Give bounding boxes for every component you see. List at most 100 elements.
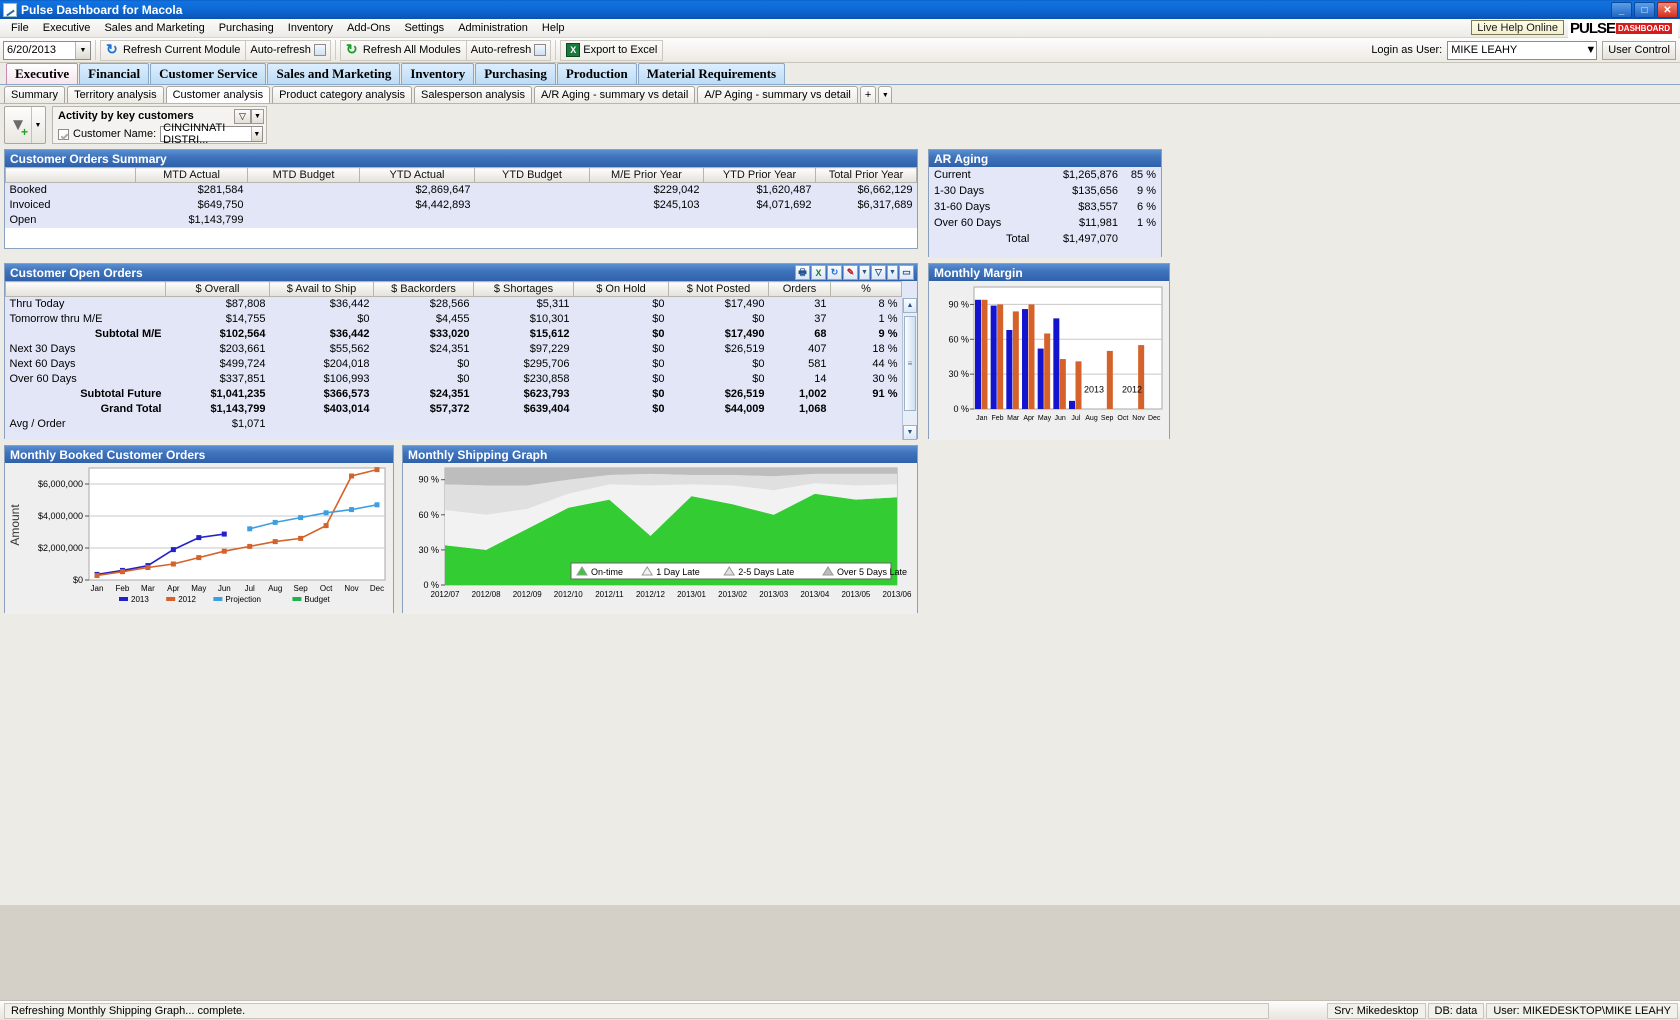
col-ytd-prior-year[interactable]: YTD Prior Year xyxy=(703,167,816,183)
col-ytd-budget[interactable]: YTD Budget xyxy=(474,167,590,183)
close-button[interactable]: ✕ xyxy=(1657,2,1678,18)
tab-financial[interactable]: Financial xyxy=(79,63,150,84)
svg-text:30 %: 30 % xyxy=(418,545,439,555)
minimize-button[interactable]: _ xyxy=(1611,2,1632,18)
monthly-margin-chart[interactable]: 0 % 30 % 60 % 90 % Jan Feb Mar Apr May Jun Jul Aug… xyxy=(929,281,1169,440)
customer-name-chevron-down-icon[interactable]: ▼ xyxy=(250,127,262,141)
col-backorders[interactable]: $ Backorders xyxy=(373,281,474,297)
subtab-add-button[interactable]: + xyxy=(859,86,877,103)
refresh-current-module-button[interactable]: Refresh Current Module xyxy=(101,41,245,60)
chevron-down-icon-login[interactable]: ▼ xyxy=(1585,44,1596,56)
col-not-posted[interactable]: $ Not Posted xyxy=(668,281,769,297)
table-row[interactable]: Over 60 Days $337,851 $106,993 $0 $230,8… xyxy=(6,372,902,387)
menu-item-add-ons[interactable]: Add-Ons xyxy=(340,21,397,35)
menu-item-inventory[interactable]: Inventory xyxy=(281,21,340,35)
funnel-icon[interactable]: ▽ xyxy=(871,265,886,280)
login-user-select[interactable]: MIKE LEAHY ▼ xyxy=(1447,40,1598,60)
subtab-territory-analysis[interactable]: Territory analysis xyxy=(67,86,164,103)
tab-executive[interactable]: Executive xyxy=(6,63,79,84)
table-row-total[interactable]: Total $1,497,070 xyxy=(929,231,1161,247)
col-me-prior-year[interactable]: M/E Prior Year xyxy=(589,167,704,183)
subtab-ar-aging-summary-vs-detail[interactable]: A/R Aging - summary vs detail xyxy=(533,86,696,103)
col-on-hold[interactable]: $ On Hold xyxy=(573,281,669,297)
chevron-down-icon-2[interactable]: ▼ xyxy=(887,265,898,280)
table-row[interactable]: Grand Total $1,143,799 $403,014 $57,372 … xyxy=(6,402,902,417)
menu-item-executive[interactable]: Executive xyxy=(36,21,98,35)
menu-item-help[interactable]: Help xyxy=(535,21,572,35)
user-control-button[interactable]: User Control xyxy=(1602,40,1676,60)
scroll-down-arrow-icon[interactable]: ▼ xyxy=(903,425,917,440)
open-orders-scrollbar[interactable]: ▲ ≡ ▼ xyxy=(902,298,917,440)
col-mtd-actual[interactable]: MTD Actual xyxy=(135,167,248,183)
col-shortages[interactable]: $ Shortages xyxy=(473,281,574,297)
customer-name-checkbox[interactable] xyxy=(58,128,69,140)
col-orders[interactable]: Orders xyxy=(768,281,831,297)
chevron-down-icon[interactable]: ▼ xyxy=(859,265,870,280)
auto-refresh-all-toggle[interactable]: Auto-refresh xyxy=(465,40,551,60)
auto-refresh-current-checkbox[interactable] xyxy=(313,44,326,56)
chevron-down-icon[interactable]: ▼ xyxy=(75,41,90,59)
customer-name-select[interactable]: CINCINNATI DISTRI... ▼ xyxy=(160,122,263,146)
col-total-prior-year[interactable]: Total Prior Year xyxy=(815,167,917,183)
excel-export-icon[interactable]: X xyxy=(811,265,826,280)
subtab-product-category-analysis[interactable]: Product category analysis xyxy=(272,86,413,103)
monthly-shipping-chart[interactable]: 0 % 30 % 60 % 90 % 2012/07 2012/08 2012/09 201… xyxy=(403,463,917,614)
scrollbar-thumb[interactable]: ≡ xyxy=(904,316,916,411)
table-row[interactable]: Thru Today $87,808 $36,442 $28,566 $5,31… xyxy=(6,297,902,312)
export-to-excel-button[interactable]: X Export to Excel xyxy=(561,41,662,60)
table-row[interactable]: Next 30 Days $203,661 $55,562 $24,351 $9… xyxy=(6,342,902,357)
table-row[interactable]: Booked $281,584 $2,869,647 $229,042 $1,6… xyxy=(6,183,917,198)
col-avail-to-ship[interactable]: $ Avail to Ship xyxy=(269,281,374,297)
table-row[interactable]: 31-60 Days $83,557 6 % xyxy=(929,199,1161,215)
tab-production[interactable]: Production xyxy=(556,63,637,84)
table-row[interactable]: Invoiced $649,750 $4,442,893 $245,103 $4… xyxy=(6,198,917,213)
date-picker[interactable]: 6/20/2013 ▼ xyxy=(3,40,91,60)
print-icon[interactable]: 🖶 xyxy=(795,265,810,280)
table-row[interactable]: Subtotal M/E $102,564 $36,442 $33,020 $1… xyxy=(6,327,902,342)
filter-funnel-control[interactable]: ▼ + ▼ xyxy=(4,106,46,144)
live-help-online-button[interactable]: Live Help Online xyxy=(1471,20,1564,35)
auto-refresh-all-checkbox[interactable] xyxy=(534,44,547,56)
table-row[interactable]: Avg / Order $1,071 xyxy=(6,417,902,432)
table-row[interactable]: Current $1,265,876 85 % xyxy=(929,167,1161,183)
tab-purchasing[interactable]: Purchasing xyxy=(475,63,556,84)
maximize-button[interactable]: □ xyxy=(1634,2,1655,18)
subtab-ap-aging-summary-vs-detail[interactable]: A/P Aging - summary vs detail xyxy=(697,86,858,103)
row-label: Subtotal Future xyxy=(80,388,162,400)
refresh-icon[interactable]: ↻ xyxy=(827,265,842,280)
menu-item-purchasing[interactable]: Purchasing xyxy=(212,21,281,35)
subtab-overflow-chevron-down-icon[interactable]: ▼ xyxy=(878,86,893,103)
col-blank[interactable] xyxy=(5,167,136,183)
refresh-all-modules-button[interactable]: Refresh All Modules xyxy=(341,41,466,60)
table-row[interactable]: Over 60 Days $11,981 1 % xyxy=(929,215,1161,231)
table-row[interactable]: Open $1,143,799 xyxy=(6,213,917,228)
tab-material-requirements[interactable]: Material Requirements xyxy=(637,63,786,84)
menu-item-administration[interactable]: Administration xyxy=(451,21,535,35)
tab-customer-service[interactable]: Customer Service xyxy=(150,63,267,84)
table-row[interactable]: Subtotal Future $1,041,235 $366,573 $24,… xyxy=(6,387,902,402)
tab-inventory[interactable]: Inventory xyxy=(401,63,475,84)
col-pct[interactable]: % xyxy=(830,281,902,297)
scroll-up-arrow-icon[interactable]: ▲ xyxy=(903,298,917,313)
tab-sales-and-marketing[interactable]: Sales and Marketing xyxy=(267,63,401,84)
col-ytd-actual[interactable]: YTD Actual xyxy=(359,167,475,183)
monthly-booked-orders-chart[interactable]: Amount $0 $2,000,000 $4,000,000 $6,000,000 … xyxy=(5,463,393,614)
menu-item-settings[interactable]: Settings xyxy=(397,21,451,35)
menu-item-sales-and-marketing[interactable]: Sales and Marketing xyxy=(97,21,211,35)
subtab-salesperson-analysis[interactable]: Salesperson analysis xyxy=(414,86,532,103)
col-mtd-budget[interactable]: MTD Budget xyxy=(247,167,360,183)
table-row[interactable]: 1-30 Days $135,656 9 % xyxy=(929,183,1161,199)
col-blank[interactable] xyxy=(5,281,166,297)
filter-chevron-down-icon[interactable]: ▼ xyxy=(251,108,264,124)
subtab-summary[interactable]: Summary xyxy=(4,86,66,103)
restore-icon[interactable]: ▭ xyxy=(899,265,914,280)
funnel-chevron-down-icon[interactable]: ▼ xyxy=(31,107,44,143)
menu-item-file[interactable]: File xyxy=(4,21,36,35)
table-row[interactable]: Tomorrow thru M/E $14,755 $0 $4,455 $10,… xyxy=(6,312,902,327)
table-row[interactable]: Next 60 Days $499,724 $204,018 $0 $295,7… xyxy=(6,357,902,372)
auto-refresh-current-toggle[interactable]: Auto-refresh xyxy=(245,40,330,60)
wrench-icon[interactable]: ✎ xyxy=(843,265,858,280)
row-label: Booked xyxy=(9,184,47,197)
subtab-customer-analysis[interactable]: Customer analysis xyxy=(165,86,271,103)
col-overall[interactable]: $ Overall xyxy=(165,281,270,297)
